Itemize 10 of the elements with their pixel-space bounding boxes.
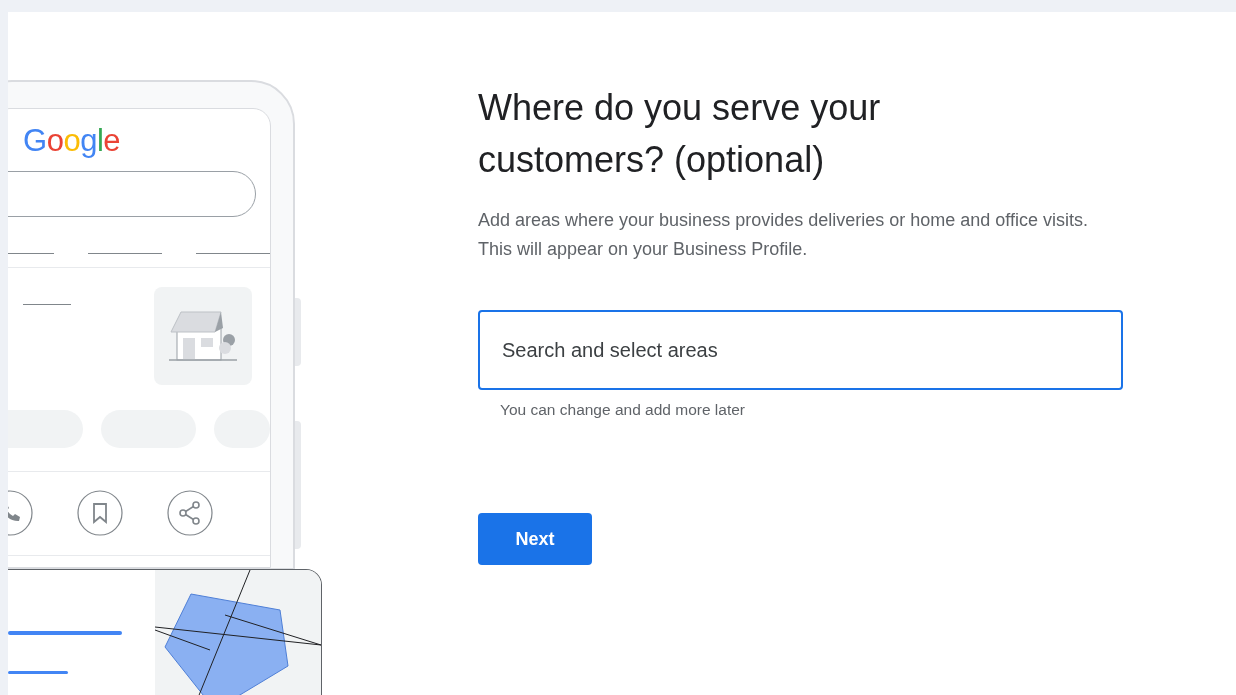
next-button[interactable]: Next [478,513,592,566]
share-icon [167,490,213,536]
google-logo: Google [22,122,121,159]
chip-placeholder [214,410,270,448]
page-heading: Where do you serve your customers? (optional) [478,86,882,182]
storefront-icon [167,308,239,364]
description-text: Add areas where your business provides deliveries or home and office visits. This will appear on your Business Profile. [478,209,1089,261]
bookmark-icon [77,490,123,536]
areas-search-field[interactable]: Search and select areas [478,310,1123,390]
helper-text: You can change and add more later [499,400,747,420]
